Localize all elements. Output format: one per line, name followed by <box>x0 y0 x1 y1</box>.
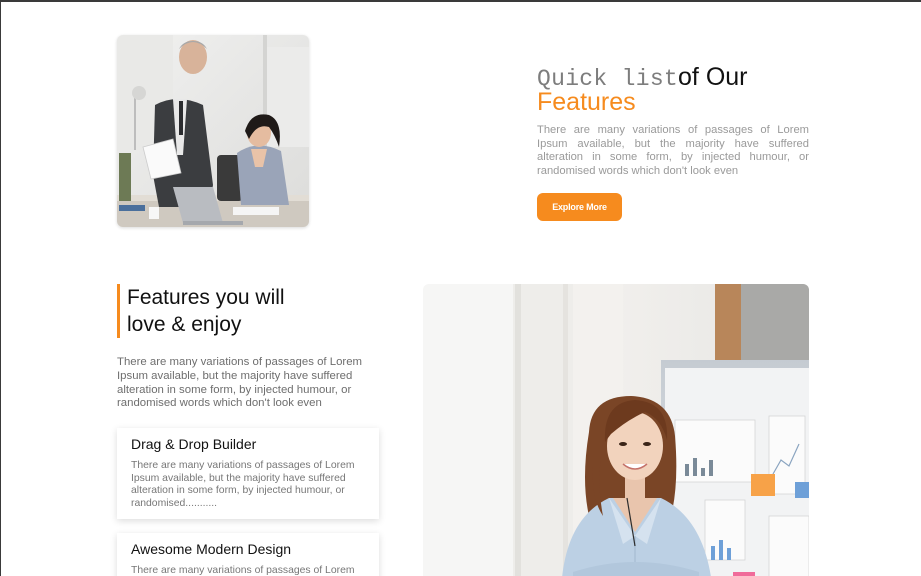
feature-card-title: Drag & Drop Builder <box>131 436 257 452</box>
features-description: There are many variations of passages of… <box>117 356 363 410</box>
hero-title: Quick listof Our Features <box>537 56 827 117</box>
features-heading: Features you will love & enjoy <box>127 286 285 336</box>
explore-more-button[interactable]: Explore More <box>537 193 622 221</box>
feature-card-text: There are many variations of passages of… <box>131 460 355 509</box>
feature-card-text: There are many variations of passages of… <box>131 565 355 576</box>
hero-title-part2: of Our <box>678 63 748 91</box>
businesswoman-photo <box>423 284 809 576</box>
feature-card[interactable]: Drag & Drop Builder There are many varia… <box>117 428 379 519</box>
office-meeting-photo <box>117 35 309 227</box>
page: Quick listof Our Features There are many… <box>0 0 921 576</box>
hero-description: There are many variations of passages of… <box>537 124 809 177</box>
feature-card-title: Awesome Modern Design <box>131 541 292 557</box>
feature-card[interactable]: Awesome Modern Design There are many var… <box>117 533 379 576</box>
features-heading-block: Features you will love & enjoy <box>117 284 317 338</box>
hero-title-highlight: Features <box>537 88 636 116</box>
